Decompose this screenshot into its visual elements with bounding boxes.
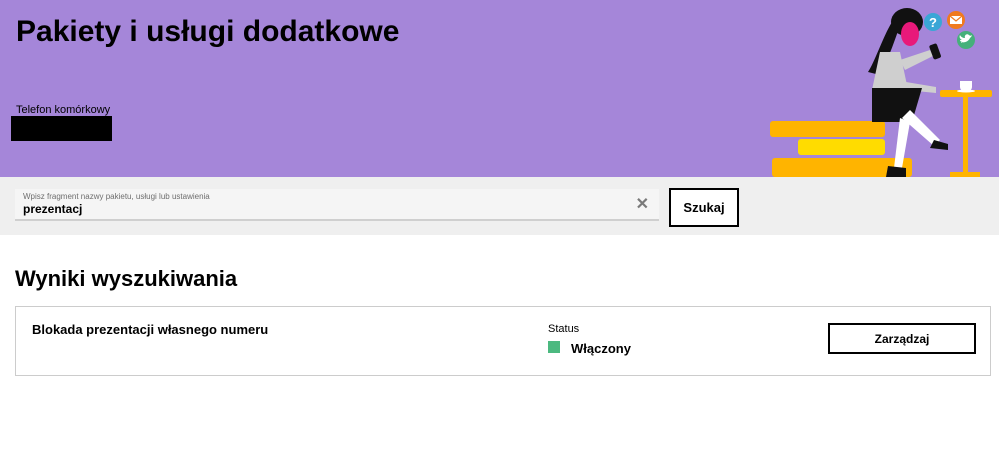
cushion-middle xyxy=(798,139,885,155)
phone-number-redacted xyxy=(11,116,112,141)
page-title: Pakiety i usługi dodatkowe xyxy=(16,15,400,48)
result-item-name: Blokada prezentacji własnego numeru xyxy=(32,322,269,337)
phone-label: Telefon komórkowy xyxy=(16,104,111,116)
search-input[interactable] xyxy=(23,201,623,217)
search-band: Wpisz fragment nazwy pakietu, usługi lub… xyxy=(0,177,999,235)
status-value: Włączony xyxy=(571,341,631,356)
status-label: Status xyxy=(548,323,580,335)
result-item: Blokada prezentacji własnego numeru Stat… xyxy=(15,306,991,376)
phone-in-hand xyxy=(929,43,941,60)
clear-search-icon[interactable]: ✕ xyxy=(636,194,649,214)
status-indicator-icon xyxy=(548,341,560,353)
manage-button[interactable]: Zarządzaj xyxy=(828,323,976,354)
search-field[interactable]: Wpisz fragment nazwy pakietu, usługi lub… xyxy=(15,189,659,221)
svg-text:?: ? xyxy=(929,15,937,30)
table-leg xyxy=(963,97,968,175)
results-heading: Wyniki wyszukiwania xyxy=(15,266,238,291)
arm xyxy=(900,50,933,70)
header-illustration: ? xyxy=(770,8,992,177)
search-button[interactable]: Szukaj xyxy=(669,188,739,227)
page-header-banner: Pakiety i usługi dodatkowe Telefon komór… xyxy=(0,0,999,177)
search-placeholder: Wpisz fragment nazwy pakietu, usługi lub… xyxy=(23,192,210,201)
cushion-top xyxy=(770,121,885,137)
